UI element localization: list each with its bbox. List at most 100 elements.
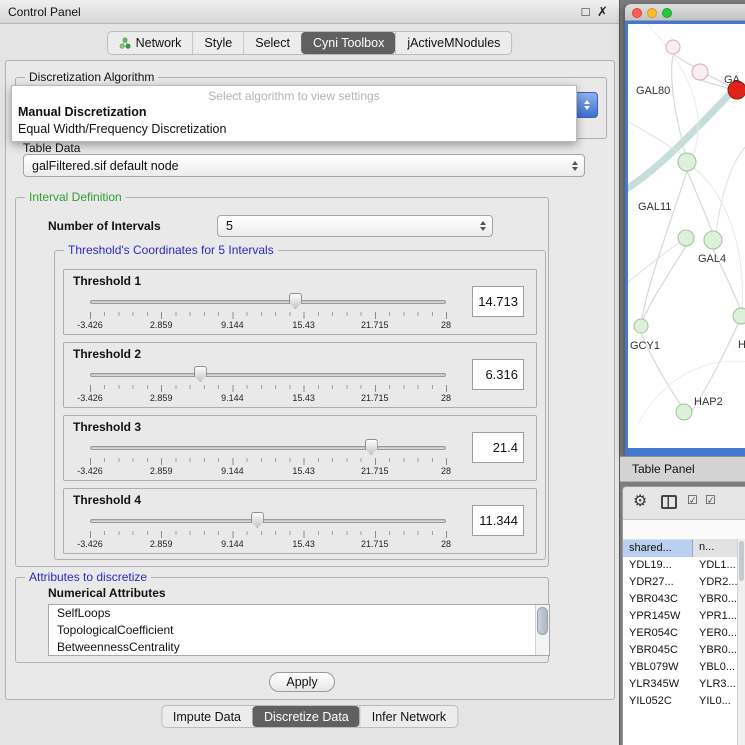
network-node[interactable] — [676, 404, 692, 420]
table-row[interactable]: YDR27...YDR2... — [623, 574, 737, 591]
table-row[interactable]: YPR145WYPR1... — [623, 608, 737, 625]
scale-tick-label: 21.715 — [361, 539, 389, 549]
scale-tick-label: 9.144 — [221, 539, 244, 549]
table-row[interactable]: YBR043CYBR0... — [623, 591, 737, 608]
arrow-down-icon — [584, 106, 590, 110]
apply-button[interactable]: Apply — [269, 672, 335, 692]
minimize-traffic-light[interactable] — [647, 8, 657, 18]
threshold-3-value-field[interactable]: 21.4 — [472, 432, 524, 463]
cell-name: YBR0... — [693, 591, 737, 608]
scale-tick-label: 9.144 — [221, 320, 244, 330]
threshold-2-slider[interactable] — [90, 363, 446, 383]
slider-scale-labels: -3.4262.8599.14415.4321.71528 — [90, 466, 446, 477]
tab-select[interactable]: Select — [243, 32, 301, 54]
close-traffic-light[interactable] — [632, 8, 642, 18]
network-node[interactable] — [678, 153, 696, 171]
network-edge — [642, 171, 687, 319]
discretization-algorithm-group-title: Discretization Algorithm — [25, 70, 158, 84]
slider-thumb[interactable] — [251, 512, 264, 528]
list-scrollbar-thumb[interactable] — [537, 607, 548, 635]
table-data-combobox[interactable]: galFiltered.sif default node — [23, 154, 585, 177]
gear-icon[interactable]: ⚙ — [633, 491, 647, 511]
threshold-4-label: Threshold 4 — [73, 493, 141, 507]
slider-major-ticks — [90, 385, 447, 392]
close-window-icon[interactable]: ✗ — [594, 4, 611, 20]
threshold-4-slider[interactable] — [90, 509, 446, 529]
slider-thumb[interactable] — [194, 366, 207, 382]
threshold-2-panel: Threshold 2-3.4262.8599.14415.4321.71528… — [63, 342, 537, 408]
tab-network[interactable]: Network — [108, 32, 193, 54]
number-of-intervals-combobox[interactable]: 5 — [217, 215, 493, 237]
attribute-item-betweennesscentrality[interactable]: BetweennessCentrality — [49, 639, 549, 656]
cell-shared-name: YLR345W — [623, 676, 693, 693]
algorithm-option-manual-discretization[interactable]: Manual Discretization — [12, 104, 576, 121]
scale-tick-label: 2.859 — [150, 539, 173, 549]
network-edge — [628, 92, 732, 194]
float-window-icon[interactable]: □ — [577, 4, 594, 19]
slider-scale-labels: -3.4262.8599.14415.4321.71528 — [90, 539, 446, 550]
tab-cyni-toolbox[interactable]: Cyni Toolbox — [301, 32, 395, 54]
bottom-tab-discretize-data[interactable]: Discretize Data — [252, 706, 360, 727]
threshold-1-value-field[interactable]: 14.713 — [472, 286, 524, 317]
network-node-label: HAP2 — [694, 396, 723, 408]
table-row[interactable]: YIL052CYIL0... — [623, 693, 737, 710]
interval-definition-group-title: Interval Definition — [25, 190, 126, 204]
tab-label: Cyni Toolbox — [313, 36, 384, 50]
tab-label: Select — [255, 36, 290, 50]
network-node[interactable] — [678, 230, 694, 246]
scale-tick-label: 9.144 — [221, 393, 244, 403]
cell-shared-name: YPR145W — [623, 608, 693, 625]
scale-tick-label: 28 — [441, 466, 451, 476]
attribute-item-selfloops[interactable]: SelfLoops — [49, 605, 549, 622]
column-manager-icon[interactable] — [661, 495, 677, 509]
cell-name: YBR0... — [693, 642, 737, 659]
threshold-3-slider[interactable] — [90, 436, 446, 456]
table-scrollbar[interactable] — [737, 539, 745, 745]
network-node[interactable] — [692, 64, 708, 80]
cell-shared-name: YDR27... — [623, 574, 693, 591]
network-node[interactable] — [666, 40, 680, 54]
threshold-1-slider[interactable] — [90, 290, 446, 310]
network-node[interactable] — [733, 308, 745, 324]
tab-jactivemnodules[interactable]: jActiveMNodules — [395, 32, 511, 54]
bottom-tab-infer-network[interactable]: Infer Network — [360, 706, 457, 727]
table-rows: YDL19...YDL1...YDR27...YDR2...YBR043CYBR… — [623, 557, 737, 745]
table-scrollbar-thumb[interactable] — [739, 541, 744, 581]
select-rows-icon[interactable]: ☑ — [705, 493, 716, 507]
slider-major-ticks — [90, 458, 447, 465]
threshold-3-panel: Threshold 3 -3.4262.8599.14415.4321.71528… — [63, 415, 537, 481]
slider-track — [90, 373, 446, 377]
select-columns-icon[interactable]: ☑ — [687, 493, 698, 507]
network-node[interactable] — [634, 319, 648, 333]
table-row[interactable]: YER054CYER0... — [623, 625, 737, 642]
table-row[interactable]: YLR345WYLR3... — [623, 676, 737, 693]
algorithm-option-equal-width-frequency-discretization[interactable]: Equal Width/Frequency Discretization — [12, 121, 576, 138]
table-row[interactable]: YBL079WYBL0... — [623, 659, 737, 676]
scale-tick-label: 15.43 — [292, 320, 315, 330]
network-node[interactable] — [704, 231, 722, 249]
tab-style[interactable]: Style — [192, 32, 243, 54]
network-canvas[interactable]: GAL80GAGAL11GAL4GCY1HHAP2 — [628, 24, 745, 448]
threshold-4-value-field[interactable]: 11.344 — [472, 505, 524, 536]
threshold-3-label: Threshold 3 — [73, 420, 141, 434]
network-edge — [628, 119, 684, 156]
slider-major-ticks — [90, 312, 447, 319]
numerical-attributes-label: Numerical Attributes — [48, 586, 166, 600]
tab-label: Network — [136, 36, 182, 50]
bottom-tabs: Impute DataDiscretize DataInfer Network — [161, 705, 458, 728]
attribute-item-topologicalcoefficient[interactable]: TopologicalCoefficient — [49, 622, 549, 639]
bottom-tab-impute-data[interactable]: Impute Data — [162, 706, 252, 727]
table-row[interactable]: YDL19...YDL1... — [623, 557, 737, 574]
scale-tick-label: 21.715 — [361, 393, 389, 403]
zoom-traffic-light[interactable] — [662, 8, 672, 18]
column-header-1[interactable]: shared... — [623, 539, 693, 557]
list-scrollbar[interactable] — [535, 605, 549, 655]
network-edge — [643, 246, 686, 320]
combobox-arrow-button[interactable] — [576, 92, 598, 118]
slider-track — [90, 300, 446, 304]
threshold-2-value-field[interactable]: 6.316 — [472, 359, 524, 390]
table-row[interactable]: YBR045CYBR0... — [623, 642, 737, 659]
slider-thumb[interactable] — [365, 439, 378, 455]
slider-thumb[interactable] — [289, 293, 302, 309]
arrow-up-icon — [584, 100, 590, 104]
